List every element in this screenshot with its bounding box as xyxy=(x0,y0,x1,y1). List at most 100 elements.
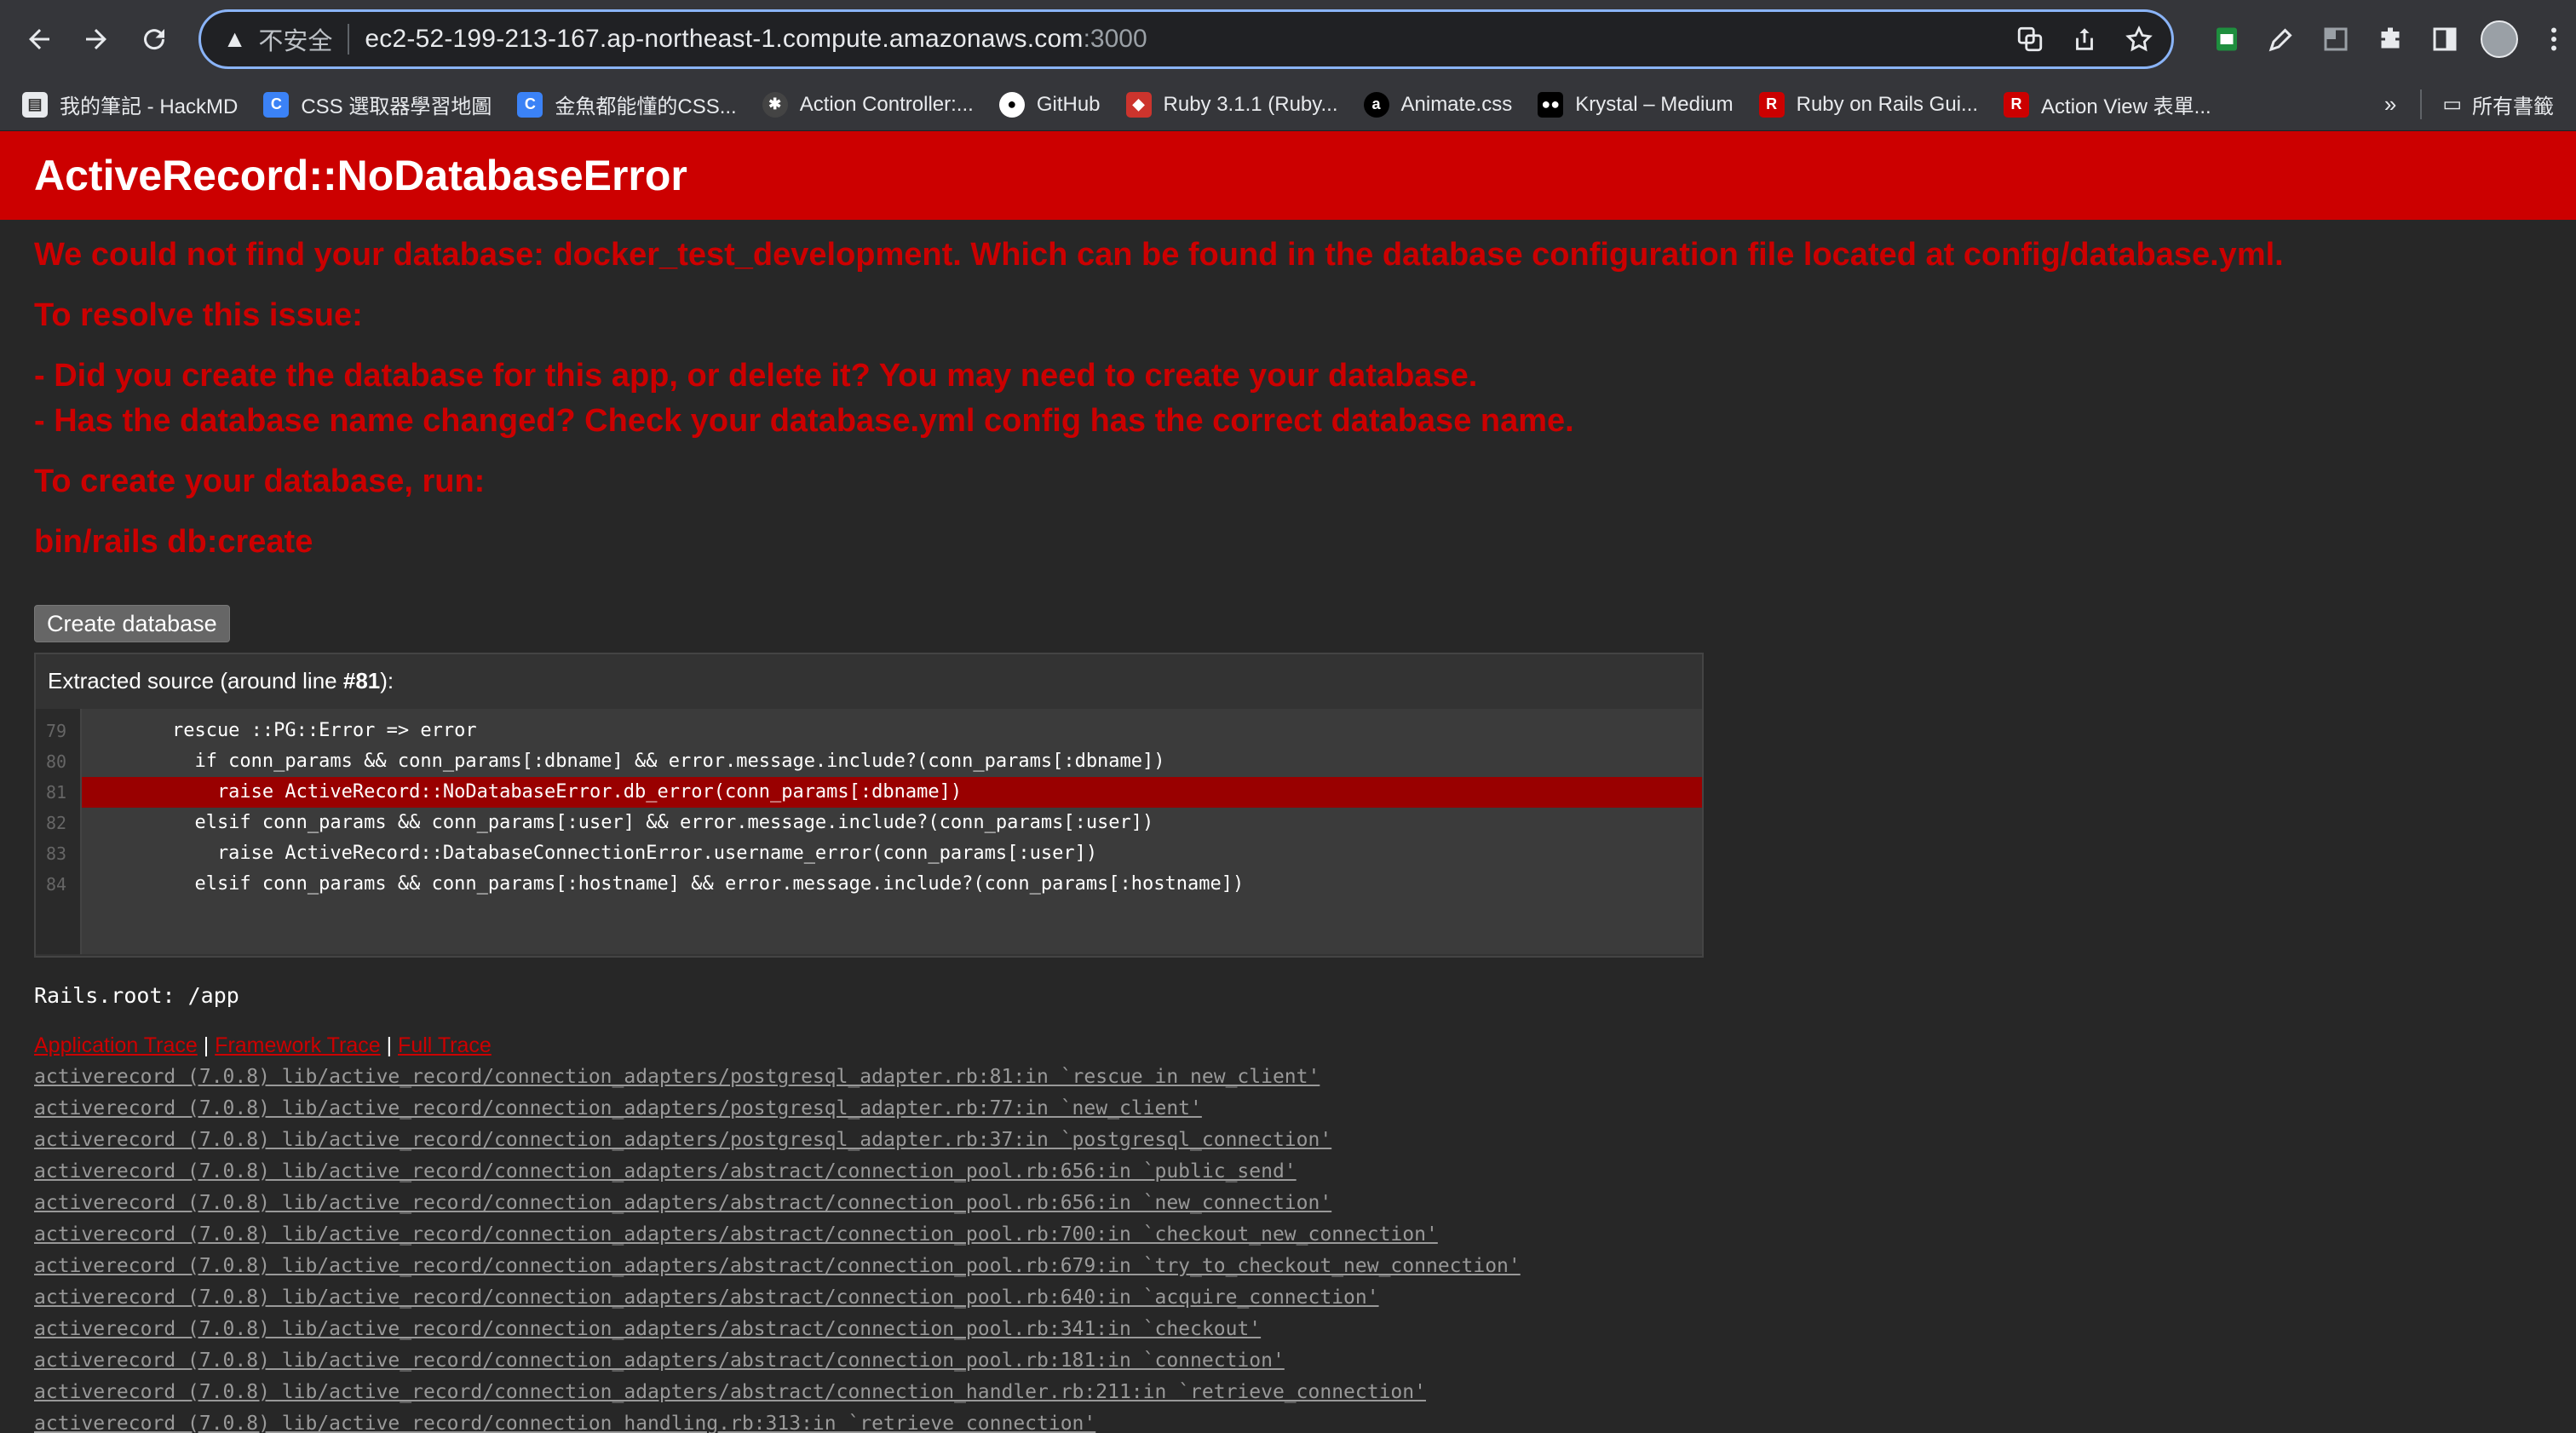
rails-root: Rails.root: /app xyxy=(34,983,239,1008)
bookmark-item[interactable]: ▤ 我的筆記 - HackMD xyxy=(22,89,238,119)
page-title: ActiveRecord::NoDatabaseError xyxy=(34,152,687,199)
all-bookmarks-folder[interactable]: ▭ 所有書籤 xyxy=(2420,89,2554,119)
github-icon: ● xyxy=(998,91,1025,118)
bookmark-label: Action View 表單... xyxy=(2041,95,2211,118)
trace-link[interactable]: activerecord (7.0.8) lib/active_record/c… xyxy=(34,1129,1331,1151)
bookmark-label: CSS 選取器學習地圖 xyxy=(301,95,492,118)
trace-item: activerecord (7.0.8) lib/active_record/c… xyxy=(34,1219,2542,1251)
trace-link[interactable]: activerecord (7.0.8) lib/active_record/c… xyxy=(34,1318,1261,1340)
bookmarks-bar: ▤ 我的筆記 - HackMD C CSS 選取器學習地圖 C 金魚都能懂的CS… xyxy=(0,78,2576,131)
trace-item: activerecord (7.0.8) lib/active_record/c… xyxy=(34,1156,2542,1188)
code-line: rescue ::PG::Error => error xyxy=(82,720,477,741)
menu-kebab-icon[interactable] xyxy=(2532,17,2576,61)
line-number: 83 xyxy=(46,843,67,864)
error-header: ActiveRecord::NoDatabaseError xyxy=(0,131,2576,220)
tab-application-trace[interactable]: Application Trace xyxy=(34,1033,198,1057)
url-host[interactable]: ec2-52-199-213-167.ap-northeast-1.comput… xyxy=(365,25,1083,54)
line-number: 80 xyxy=(46,751,67,772)
source-code: 79 80 81 82 83 84 rescue ::PG::Error => … xyxy=(36,709,1702,954)
security-label[interactable]: 不安全 xyxy=(258,21,332,57)
trace-item: activerecord (7.0.8) lib/active_record/c… xyxy=(34,1282,2542,1314)
line-number: 81 xyxy=(46,782,67,803)
translate-icon[interactable] xyxy=(2013,22,2047,56)
bookmark-item[interactable]: ● GitHub xyxy=(998,91,1101,118)
line-number: 82 xyxy=(46,813,67,833)
error-message: We could not find your database: docker_… xyxy=(34,237,2284,273)
back-button[interactable] xyxy=(14,14,65,65)
bookmark-label: Ruby 3.1.1 (Ruby... xyxy=(1163,92,1338,116)
profile-avatar[interactable] xyxy=(2477,17,2521,61)
source-suffix: ): xyxy=(380,668,394,693)
source-heading: Extracted source (around line #81): xyxy=(36,654,1702,709)
trace-item: activerecord (7.0.8) lib/active_record/c… xyxy=(34,1377,2542,1408)
code-lines: rescue ::PG::Error => error if conn_para… xyxy=(82,709,1702,954)
bookmark-label: 金魚都能懂的CSS... xyxy=(555,95,737,118)
create-command: bin/rails db:create xyxy=(34,524,313,560)
sheets-extension-icon[interactable] xyxy=(2205,17,2249,61)
trace-separator: | xyxy=(197,1033,216,1057)
bookmark-item[interactable]: C 金魚都能懂的CSS... xyxy=(517,89,737,119)
extracted-source: Extracted source (around line #81): 79 8… xyxy=(34,653,1704,958)
bookmark-label: Action Controller:... xyxy=(799,92,974,116)
forward-button[interactable] xyxy=(72,14,123,65)
tab-full-trace[interactable]: Full Trace xyxy=(398,1033,492,1057)
trace-link[interactable]: activerecord (7.0.8) lib/active_record/c… xyxy=(34,1350,1285,1372)
reload-icon xyxy=(143,29,164,50)
bookmark-item[interactable]: R Action View 表單... xyxy=(2004,89,2211,119)
trace-link[interactable]: activerecord (7.0.8) lib/active_record/c… xyxy=(34,1255,1521,1277)
bookmarks-overflow-button[interactable]: » xyxy=(2384,91,2396,118)
trace-item: activerecord (7.0.8) lib/active_record/c… xyxy=(34,1125,2542,1156)
bookmark-item[interactable]: ✱ Action Controller:... xyxy=(762,91,974,118)
trace-link[interactable]: activerecord (7.0.8) lib/active_record/c… xyxy=(34,1160,1297,1183)
bookmark-label: Ruby on Rails Gui... xyxy=(1796,92,1979,116)
site-icon: C xyxy=(263,91,290,118)
rails-icon: R xyxy=(2004,91,2030,118)
color-picker-icon[interactable] xyxy=(2259,17,2303,61)
star-icon[interactable] xyxy=(2122,22,2156,56)
line-number: 79 xyxy=(46,721,67,741)
bookmark-item[interactable]: C CSS 選取器學習地圖 xyxy=(263,89,492,119)
trace-list: activerecord (7.0.8) lib/active_record/c… xyxy=(34,1062,2542,1433)
bookmark-label: Krystal – Medium xyxy=(1575,92,1734,116)
bookmark-item[interactable]: R Ruby on Rails Gui... xyxy=(1758,91,1979,118)
trace-separator: | xyxy=(380,1033,399,1057)
trace-link[interactable]: activerecord (7.0.8) lib/active_record/c… xyxy=(34,1066,1320,1088)
suggestion-item: - Has the database name changed? Check y… xyxy=(34,403,1574,439)
warning-icon[interactable]: ▲ xyxy=(223,26,247,53)
puzzle-icon[interactable] xyxy=(2368,17,2412,61)
trace-tabs: Application Trace | Framework Trace | Fu… xyxy=(34,1033,2542,1058)
create-database-button[interactable]: Create database xyxy=(34,605,230,642)
suggestion-item: - Did you create the database for this a… xyxy=(34,358,1478,394)
bookmark-label: GitHub xyxy=(1036,92,1101,116)
code-line: raise ActiveRecord::DatabaseConnectionEr… xyxy=(82,843,1098,864)
bookmark-item[interactable]: a Animate.css xyxy=(1363,91,1513,118)
trace-link[interactable]: activerecord (7.0.8) lib/active_record/c… xyxy=(34,1223,1438,1246)
layout-extension-icon[interactable] xyxy=(2314,17,2358,61)
source-line-number: #81 xyxy=(342,668,381,693)
trace-link[interactable]: activerecord (7.0.8) lib/active_record/c… xyxy=(34,1286,1379,1309)
trace-link[interactable]: activerecord (7.0.8) lib/active_record/c… xyxy=(34,1097,1202,1119)
trace-link[interactable]: activerecord (7.0.8) lib/active_record/c… xyxy=(34,1413,1095,1433)
create-prompt: To create your database, run: xyxy=(34,463,486,499)
line-number-gutter: 79 80 81 82 83 84 xyxy=(36,709,82,954)
trace-link[interactable]: activerecord (7.0.8) lib/active_record/c… xyxy=(34,1381,1426,1403)
extensions-area xyxy=(2194,17,2576,61)
share-icon[interactable] xyxy=(2067,22,2102,56)
bookmark-item[interactable]: ●● Krystal – Medium xyxy=(1538,91,1734,118)
all-bookmarks-label: 所有書籤 xyxy=(2472,95,2554,118)
animate-icon: a xyxy=(1363,91,1389,118)
url-port[interactable]: :3000 xyxy=(1084,25,1147,54)
trace-item: activerecord (7.0.8) lib/active_record/c… xyxy=(34,1251,2542,1282)
reload-button[interactable] xyxy=(129,14,180,65)
tab-framework-trace[interactable]: Framework Trace xyxy=(215,1033,380,1057)
trace-item: activerecord (7.0.8) lib/active_record/c… xyxy=(34,1314,2542,1345)
arrow-right-icon xyxy=(86,29,107,49)
trace-link[interactable]: activerecord (7.0.8) lib/active_record/c… xyxy=(34,1192,1331,1214)
site-icon: ✱ xyxy=(762,91,788,118)
side-panel-icon[interactable] xyxy=(2423,17,2467,61)
page: ActiveRecord::NoDatabaseError We could n… xyxy=(0,131,2576,1433)
error-content: We could not find your database: docker_… xyxy=(0,237,2576,1433)
address-bar[interactable]: ▲ 不安全 ec2-52-199-213-167.ap-northeast-1.… xyxy=(198,9,2174,69)
bookmark-label: Animate.css xyxy=(1400,92,1513,116)
bookmark-item[interactable]: ◆ Ruby 3.1.1 (Ruby... xyxy=(1125,91,1338,118)
